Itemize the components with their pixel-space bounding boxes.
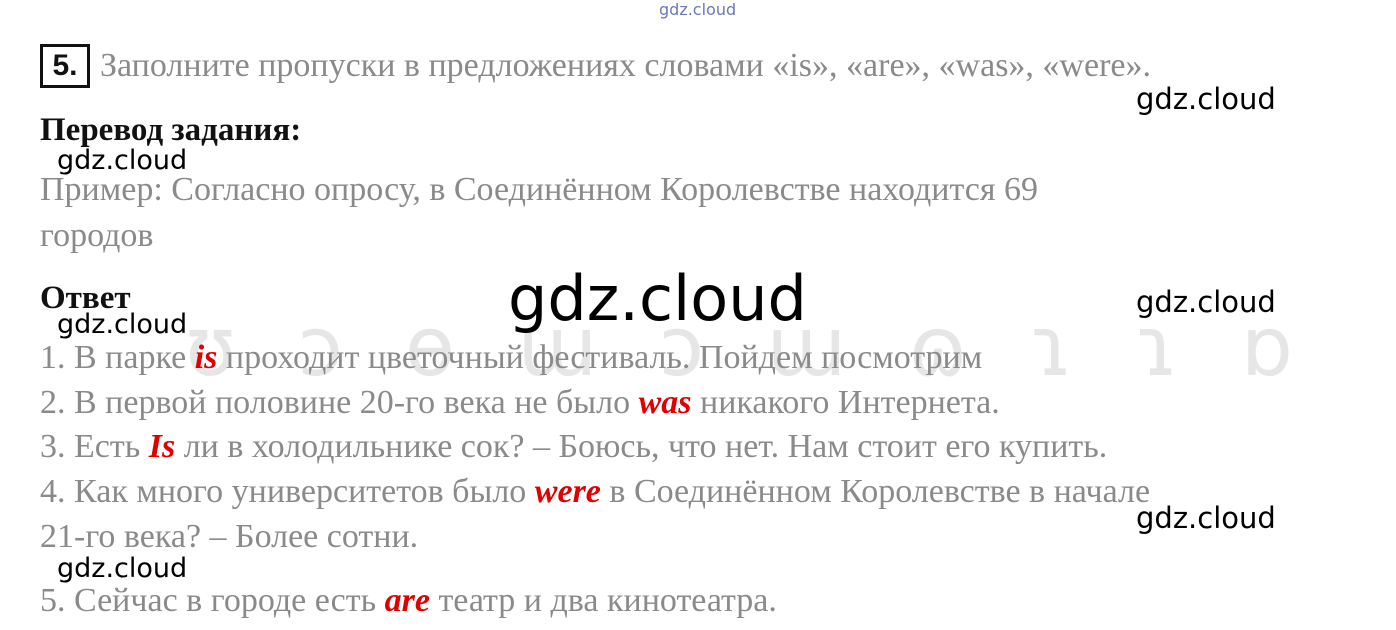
center-watermark: gdz.cloud: [508, 262, 807, 335]
answer-word: are: [384, 582, 430, 619]
example-line-1: Пример: Согласно опросу, в Соединённом К…: [40, 171, 1039, 208]
translation-heading: Перевод задания:: [40, 112, 302, 148]
watermark: gdz.cloud: [57, 553, 188, 584]
answer-word: was: [638, 384, 692, 421]
answer-item-3: 3. Есть Is ли в холодильнике сок? – Боюс…: [40, 428, 1108, 465]
watermark: gdz.cloud: [1136, 82, 1276, 116]
answer-item-4: 4. Как много университетов было were в С…: [40, 473, 1151, 510]
answer-item-1: 1. В парке is проходит цветочный фестива…: [40, 339, 983, 376]
watermark: gdz.cloud: [1136, 501, 1276, 535]
watermark: gdz.cloud: [1136, 285, 1276, 319]
example-line-2: городов: [40, 217, 154, 254]
answer-item-4-continued: 21-го века? – Более сотни.: [40, 518, 419, 555]
task-instruction: Заполните пропуски в предложениях словам…: [100, 47, 1151, 84]
answer-item-5: 5. Сейчас в городе есть are театр и два …: [40, 582, 777, 619]
answer-item-2: 2. В первой половине 20-го века не было …: [40, 384, 1000, 421]
task-number: 5.: [40, 44, 90, 88]
top-watermark: gdz.cloud: [659, 0, 737, 19]
answer-word: were: [534, 473, 601, 510]
watermark: gdz.cloud: [57, 309, 188, 340]
answer-word: Is: [148, 428, 176, 465]
answer-word: is: [194, 339, 218, 376]
task-header: 5. Заполните пропуски в предложениях слов…: [40, 44, 1151, 88]
